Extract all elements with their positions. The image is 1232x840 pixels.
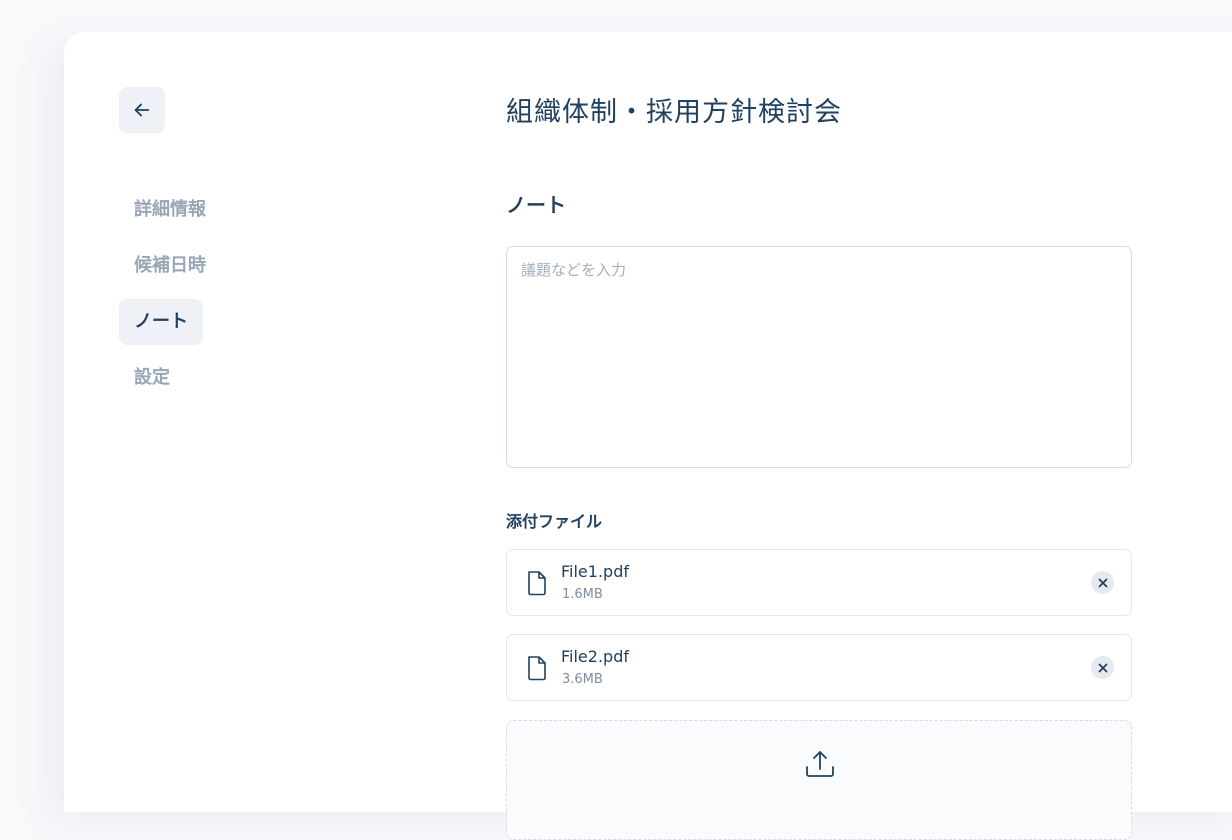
file-icon (528, 571, 546, 596)
upload-icon (806, 751, 834, 777)
nav-item-settings[interactable]: 設定 (119, 355, 185, 401)
file-name: File1.pdf (561, 562, 629, 581)
nav-item-details[interactable]: 詳細情報 (119, 187, 221, 233)
attachments-title: 添付ファイル (506, 512, 603, 531)
nav-item-candidate-dates[interactable]: 候補日時 (119, 243, 221, 289)
remove-file-button[interactable] (1091, 656, 1114, 679)
nav-item-notes[interactable]: ノート (119, 299, 203, 345)
main-card: 詳細情報 候補日時 ノート 設定 組織体制・採用方針検討会 ノート 添付ファイル… (64, 32, 1232, 840)
file-size: 3.6MB (562, 672, 603, 687)
back-button[interactable] (119, 87, 165, 133)
file-size: 1.6MB (562, 587, 603, 602)
arrow-left-icon (134, 103, 150, 117)
close-icon (1098, 663, 1107, 672)
close-icon (1098, 578, 1107, 587)
page-title: 組織体制・採用方針検討会 (506, 97, 842, 128)
section-title-notes: ノート (506, 193, 566, 217)
file-item: File1.pdf 1.6MB (506, 549, 1132, 616)
remove-file-button[interactable] (1091, 571, 1114, 594)
file-name: File2.pdf (561, 647, 629, 666)
note-textarea[interactable] (506, 246, 1132, 468)
side-nav: 詳細情報 候補日時 ノート 設定 (119, 187, 319, 411)
file-icon (528, 656, 546, 681)
file-item: File2.pdf 3.6MB (506, 634, 1132, 701)
file-dropzone[interactable] (506, 720, 1132, 840)
